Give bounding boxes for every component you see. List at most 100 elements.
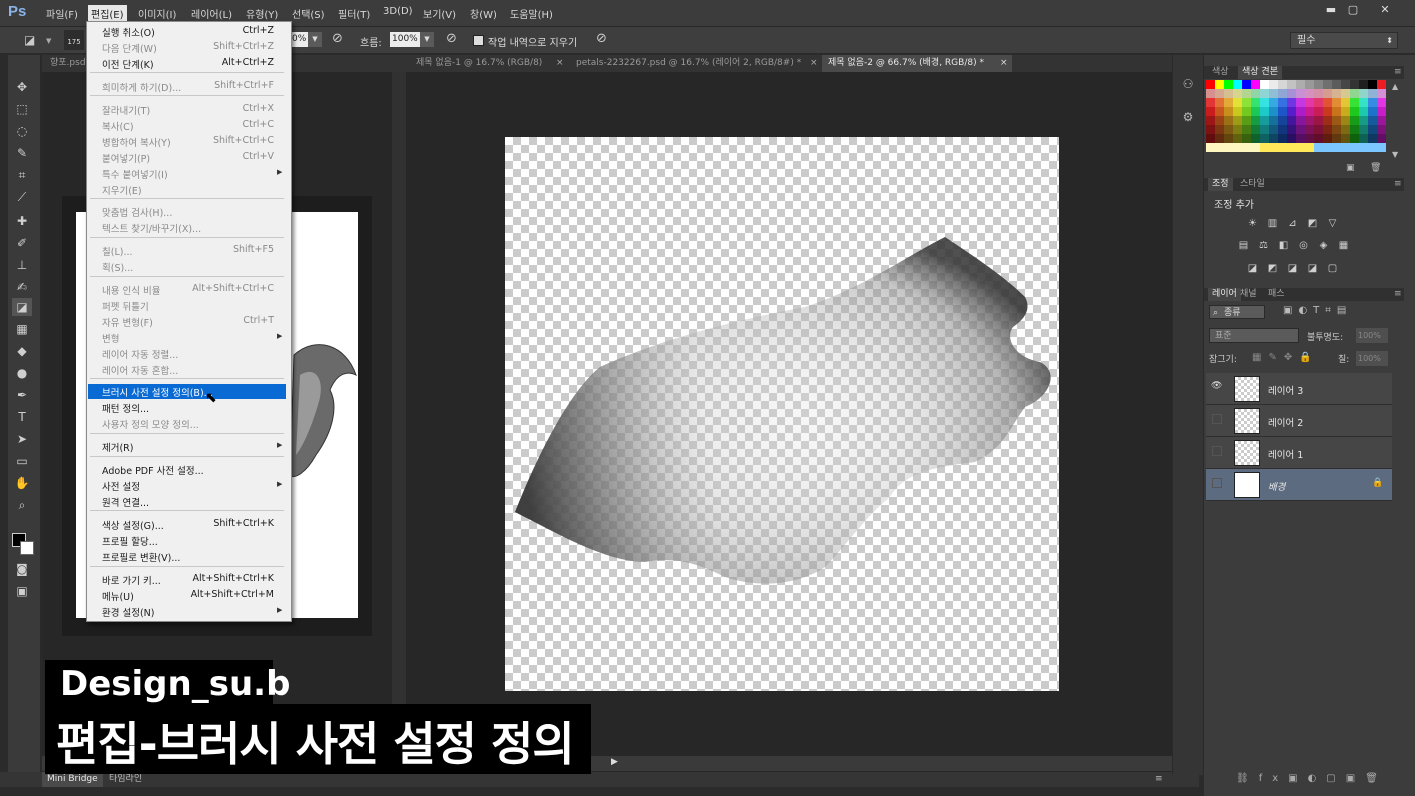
color-swatch[interactable] <box>1224 89 1233 98</box>
color-swatch[interactable] <box>1323 143 1332 152</box>
color-swatch[interactable] <box>1350 134 1359 143</box>
tab-untitled-2[interactable]: 제목 없음-2 @ 66.7% (배경, RGB/8) * <box>822 55 1012 72</box>
tab-close-icon[interactable]: × <box>556 58 564 68</box>
color-swatch[interactable] <box>1206 116 1215 125</box>
color-swatch[interactable] <box>1314 125 1323 134</box>
color-swatch[interactable] <box>1332 143 1341 152</box>
color-swatch[interactable] <box>1368 143 1377 152</box>
color-swatch[interactable] <box>1377 107 1386 116</box>
color-swatch[interactable] <box>1224 107 1233 116</box>
color-swatch[interactable] <box>1233 98 1242 107</box>
color-swatch[interactable] <box>1251 107 1260 116</box>
menu-filter[interactable]: 필터(T) <box>338 6 370 21</box>
properties-panel-icon[interactable]: ⚙ <box>1180 110 1196 126</box>
hand-tool-icon[interactable]: ✋ <box>12 474 32 492</box>
color-swatch[interactable] <box>1350 125 1359 134</box>
layer-filter-select[interactable]: ⌕ 종류 <box>1209 305 1265 319</box>
color-swatch[interactable] <box>1314 134 1323 143</box>
color-swatch[interactable] <box>1260 134 1269 143</box>
color-swatch[interactable] <box>1323 80 1332 89</box>
color-swatch[interactable] <box>1215 107 1224 116</box>
color-swatch[interactable] <box>1323 98 1332 107</box>
color-swatch[interactable] <box>1269 143 1278 152</box>
color-swatch[interactable] <box>1305 125 1314 134</box>
menu-3d[interactable]: 3D(D) <box>383 6 413 17</box>
color-swatch[interactable] <box>1206 143 1215 152</box>
color-swatch[interactable] <box>1305 134 1314 143</box>
edit-menu-item[interactable]: 병합하여 복사(Y) <box>102 135 171 149</box>
color-swatch[interactable] <box>1278 98 1287 107</box>
edit-menu-item[interactable]: 잘라내기(T) <box>102 103 150 117</box>
color-swatch[interactable] <box>1359 134 1368 143</box>
zoom-tool-icon[interactable]: ⌕ <box>12 496 32 514</box>
invert-icon[interactable]: ◪ <box>1246 263 1259 274</box>
panel-menu-icon[interactable]: ≡ <box>1390 288 1406 301</box>
path-select-tool-icon[interactable]: ➤ <box>12 430 32 448</box>
color-swatch[interactable] <box>1332 98 1341 107</box>
color-swatch[interactable] <box>1278 89 1287 98</box>
tab-close-icon[interactable]: × <box>1000 58 1008 68</box>
color-swatch[interactable] <box>1251 80 1260 89</box>
color-swatch[interactable] <box>1359 116 1368 125</box>
edit-menu-item[interactable]: 내용 인식 비율 <box>102 283 160 297</box>
color-swatch[interactable] <box>1368 134 1377 143</box>
color-swatch[interactable] <box>1224 125 1233 134</box>
color-swatch[interactable] <box>1278 134 1287 143</box>
menu-layer[interactable]: 레이어(L) <box>191 6 232 21</box>
photo-filter-icon[interactable]: ◎ <box>1297 240 1310 251</box>
color-swatch[interactable] <box>1260 98 1269 107</box>
layer-panel-footer-icons[interactable]: ⛓fx▣◐▢▣🗑 <box>1236 773 1388 784</box>
fill-field[interactable]: 100% <box>1356 351 1388 366</box>
color-swatch[interactable] <box>1341 89 1350 98</box>
color-swatch[interactable] <box>1215 134 1224 143</box>
type-tool-icon[interactable]: T <box>12 408 32 426</box>
color-swatch[interactable] <box>1233 125 1242 134</box>
curves-icon[interactable]: ⊿ <box>1286 218 1299 229</box>
edit-menu-item[interactable]: 색상 설정(G)... <box>102 518 164 532</box>
gradient-map-icon[interactable]: ◪ <box>1306 263 1319 274</box>
background-color-swatch[interactable] <box>20 541 34 555</box>
color-swatch[interactable] <box>1377 98 1386 107</box>
color-swatch[interactable] <box>1314 143 1323 152</box>
color-swatch[interactable] <box>1242 125 1251 134</box>
color-swatch[interactable] <box>1206 80 1215 89</box>
tab-swatches[interactable]: 색상 견본 <box>1238 66 1282 79</box>
color-swatch[interactable] <box>1206 134 1215 143</box>
edit-menu-item[interactable]: 희미하게 하기(D)... <box>102 80 181 94</box>
color-swatch[interactable] <box>1269 98 1278 107</box>
opacity-dropdown-icon[interactable]: ▼ <box>308 32 322 47</box>
eye-icon[interactable]: 👁 <box>1211 381 1222 391</box>
color-swatch[interactable] <box>1269 89 1278 98</box>
exposure-icon[interactable]: ◩ <box>1306 218 1319 229</box>
tab-paths[interactable]: 패스 <box>1264 288 1289 301</box>
color-swatch[interactable] <box>1269 125 1278 134</box>
edit-menu-item[interactable]: 브러시 사전 설정 정의(B)... <box>102 385 213 399</box>
erase-history-checkbox[interactable] <box>473 35 484 46</box>
color-swatch[interactable] <box>1224 116 1233 125</box>
color-swatch[interactable] <box>1332 89 1341 98</box>
tab-hyangpo[interactable]: 향포.psd <box>44 55 92 72</box>
menu-image[interactable]: 이미지(I) <box>138 6 176 21</box>
color-swatch[interactable] <box>1341 107 1350 116</box>
color-swatch[interactable] <box>1368 116 1377 125</box>
workspace-select[interactable]: 필수 ⬍ <box>1290 32 1398 49</box>
color-swatch[interactable] <box>1305 80 1314 89</box>
minimize-icon[interactable]: ▬ <box>1320 3 1342 17</box>
color-swatch[interactable] <box>1233 143 1242 152</box>
color-swatch[interactable] <box>1287 98 1296 107</box>
healing-brush-tool-icon[interactable]: ✚ <box>12 212 32 230</box>
color-lookup-icon[interactable]: ▦ <box>1337 240 1350 251</box>
tab-timeline[interactable]: 타임라인 <box>104 772 147 787</box>
color-swatch[interactable] <box>1287 134 1296 143</box>
edit-menu-item[interactable]: 레이어 자동 혼합... <box>102 363 178 377</box>
color-swatch[interactable] <box>1242 134 1251 143</box>
color-swatch[interactable] <box>1296 125 1305 134</box>
color-swatch[interactable] <box>1278 143 1287 152</box>
color-balance-icon[interactable]: ⚖ <box>1257 240 1270 251</box>
color-swatch[interactable] <box>1233 116 1242 125</box>
document-splitter[interactable] <box>392 72 406 772</box>
color-swatch[interactable] <box>1350 143 1359 152</box>
color-swatch[interactable] <box>1296 134 1305 143</box>
tab-styles[interactable]: 스타일 <box>1236 178 1269 191</box>
vibrance-icon[interactable]: ▽ <box>1326 218 1339 229</box>
